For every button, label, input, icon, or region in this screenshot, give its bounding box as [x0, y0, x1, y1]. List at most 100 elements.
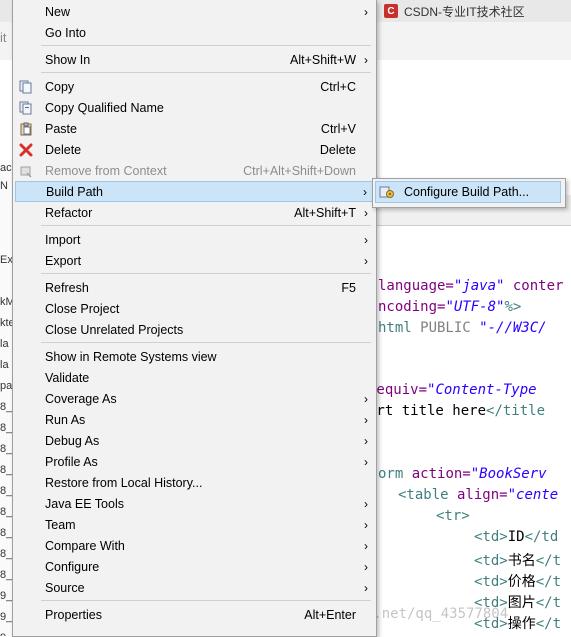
project-explorer-item[interactable]: 8_ — [0, 422, 12, 434]
menu-separator — [41, 225, 371, 226]
code-token: </td — [524, 529, 559, 545]
menu-item-shortcut: Ctrl+C — [320, 79, 356, 94]
code-token: <table — [398, 487, 449, 503]
submenu-arrow-icon: › — [364, 433, 368, 448]
project-explorer-item[interactable]: 8_ — [0, 464, 12, 476]
menu-item-debug-as[interactable]: Debug As › — [15, 430, 374, 451]
menu-item-configure-build-path[interactable]: Configure Build Path... — [375, 181, 561, 203]
code-token: orm — [378, 466, 404, 482]
menu-item-delete[interactable]: Delete Delete — [15, 139, 374, 160]
project-explorer-item[interactable]: 8_ — [0, 548, 12, 560]
project-explorer-item[interactable]: N — [0, 180, 8, 192]
code-token: ID — [507, 529, 525, 545]
menu-item-import[interactable]: Import › — [15, 229, 374, 250]
menu-item-export[interactable]: Export › — [15, 250, 374, 271]
menu-item-refresh[interactable]: Refresh F5 — [15, 277, 374, 298]
code-token: 操作 — [507, 616, 536, 632]
project-explorer-item[interactable]: la — [0, 359, 9, 371]
code-line: <table align="cente — [398, 487, 558, 503]
menu-item-copy[interactable]: Copy Ctrl+C — [15, 76, 374, 97]
menu-item-run-as[interactable]: Run As › — [15, 409, 374, 430]
project-explorer-item[interactable]: 8_ — [0, 527, 12, 539]
submenu-arrow-icon: › — [364, 232, 368, 247]
project-explorer-item[interactable]: la — [0, 338, 9, 350]
code-token: 价格 — [507, 574, 536, 590]
menu-item-new[interactable]: New › — [15, 1, 374, 22]
code-token: </t — [535, 595, 562, 611]
menu-item-restore-from-local-history[interactable]: Restore from Local History... — [15, 472, 374, 493]
code-token: %> — [504, 299, 522, 315]
menu-item-source[interactable]: Source › — [15, 577, 374, 598]
code-token: <tr> — [436, 508, 470, 524]
menu-item-shortcut: Alt+Shift+W — [290, 52, 356, 67]
menu-item-shortcut: Ctrl+Alt+Shift+Down — [243, 163, 356, 178]
project-explorer-item[interactable]: 8_ — [0, 506, 12, 518]
project-explorer-item[interactable]: pa — [0, 380, 12, 392]
project-explorer-item[interactable]: 9_ — [0, 611, 12, 623]
menu-item-build-path[interactable]: Build Path › — [15, 181, 374, 202]
code-token: 书名 — [507, 553, 536, 569]
project-explorer-item[interactable]: 8_ — [0, 485, 12, 497]
menu-item-label: Java EE Tools — [45, 496, 124, 511]
menu-item-go-into[interactable]: Go Into — [15, 22, 374, 43]
menu-item-profile-as[interactable]: Profile As › — [15, 451, 374, 472]
code-line: language="java" conter — [378, 278, 563, 294]
copy-qualified-icon — [18, 100, 34, 116]
menu-separator — [41, 45, 371, 46]
build-path-submenu: Configure Build Path... — [372, 178, 566, 208]
menu-item-show-in[interactable]: Show In Alt+Shift+W › — [15, 49, 374, 70]
menu-item-label: Refresh — [45, 280, 89, 295]
menu-item-copy-qualified-name[interactable]: Copy Qualified Name — [15, 97, 374, 118]
menu-item-shortcut: F5 — [341, 280, 356, 295]
menu-item-label: Close Unrelated Projects — [45, 322, 184, 337]
menu-item-coverage-as[interactable]: Coverage As › — [15, 388, 374, 409]
menu-item-close-unrelated-projects[interactable]: Close Unrelated Projects — [15, 319, 374, 340]
menu-item-label: Show in Remote Systems view — [45, 349, 217, 364]
project-explorer-item[interactable]: 8_ — [0, 443, 12, 455]
browser-tab-csdn[interactable]: C CSDN-专业IT技术社区 — [384, 0, 525, 22]
menu-item-close-project[interactable]: Close Project — [15, 298, 374, 319]
submenu-arrow-icon: › — [364, 559, 368, 574]
menu-item-label: Copy Qualified Name — [45, 100, 164, 115]
submenu-arrow-icon: › — [364, 517, 368, 532]
code-token: <td> — [474, 574, 508, 590]
menu-item-refactor[interactable]: Refactor Alt+Shift+T › — [15, 202, 374, 223]
menu-item-label: Show In — [45, 52, 91, 67]
submenu-arrow-icon: › — [364, 205, 368, 220]
menu-item-label: Properties — [45, 607, 102, 622]
project-explorer-item[interactable]: 9_ — [0, 632, 12, 636]
menu-item-show-in-remote-systems-view[interactable]: Show in Remote Systems view — [15, 346, 374, 367]
code-line: <td>价格</t — [474, 571, 561, 591]
menu-item-properties[interactable]: Properties Alt+Enter — [15, 604, 374, 625]
menu-item-label: Restore from Local History... — [45, 475, 203, 490]
menu-item-team[interactable]: Team › — [15, 514, 374, 535]
menu-item-paste[interactable]: Paste Ctrl+V — [15, 118, 374, 139]
menu-item-java-ee-tools[interactable]: Java EE Tools › — [15, 493, 374, 514]
code-line: orm action="BookServ — [378, 466, 547, 482]
menu-item-label: Go Into — [45, 25, 86, 40]
configure-build-path-icon — [379, 184, 395, 200]
menu-item-validate[interactable]: Validate — [15, 367, 374, 388]
paste-icon — [18, 121, 34, 137]
project-explorer-item[interactable]: 8_ — [0, 569, 12, 581]
project-explorer-item[interactable]: ac — [0, 162, 12, 174]
menu-item-compare-with[interactable]: Compare With › — [15, 535, 374, 556]
project-explorer-item[interactable]: 9_ — [0, 590, 12, 602]
code-line: ert title here</title — [368, 403, 545, 419]
code-token: "-//W3C/ — [479, 320, 547, 336]
menu-item-label: Close Project — [45, 301, 120, 316]
menu-item-configure[interactable]: Configure › — [15, 556, 374, 577]
submenu-arrow-icon: › — [364, 52, 368, 67]
background-fragment-label: it — [0, 30, 7, 45]
submenu-arrow-icon: › — [364, 496, 368, 511]
menu-separator — [41, 342, 371, 343]
code-line: <td>书名</t — [474, 550, 561, 570]
project-explorer-item[interactable]: 8_ — [0, 401, 12, 413]
menu-item-label: Configure — [45, 559, 100, 574]
menu-item-label: Debug As — [45, 433, 100, 448]
remove-context-icon — [18, 163, 34, 179]
context-menu: New › Go Into Show In Alt+Shift+W › Copy Ctrl+C… — [12, 0, 377, 637]
code-token: 图片 — [507, 595, 536, 611]
menu-item-label: Remove from Context — [45, 163, 167, 178]
code-token: language= — [378, 278, 454, 294]
